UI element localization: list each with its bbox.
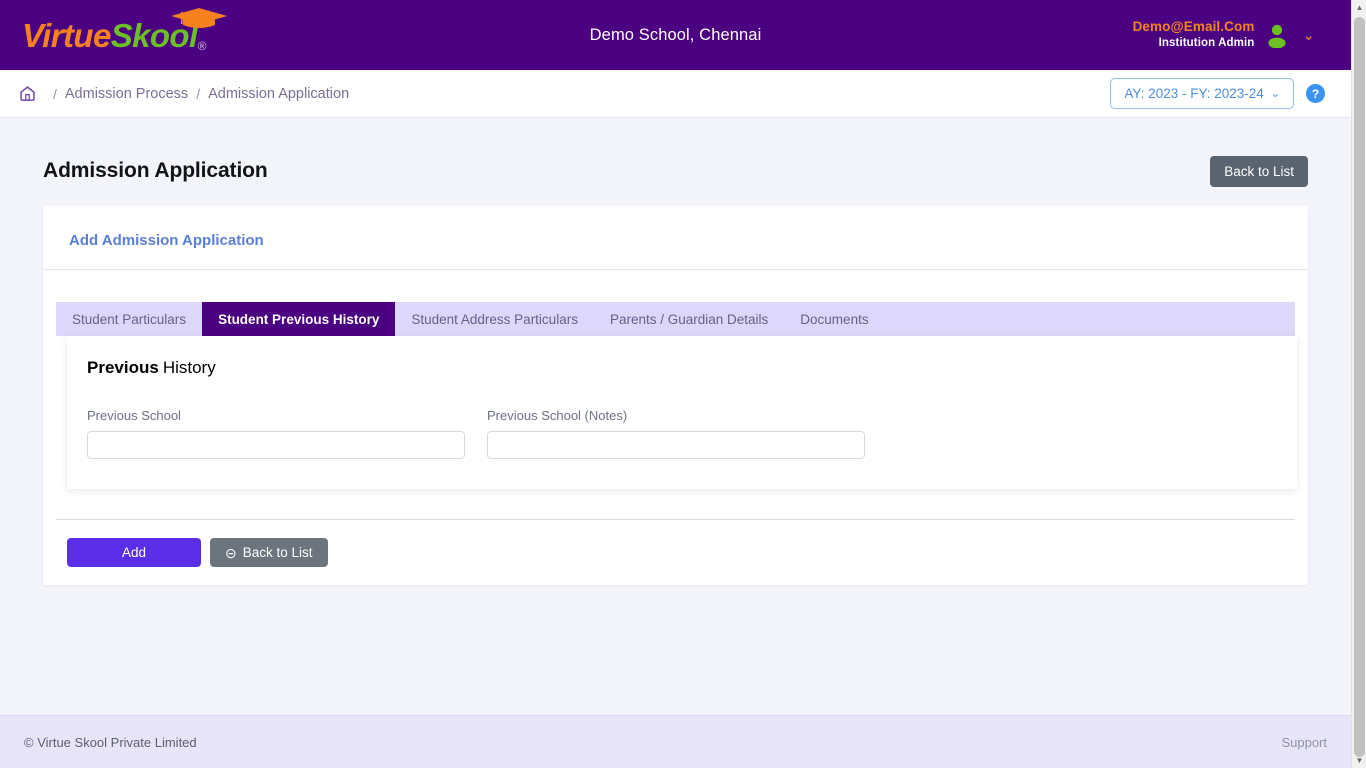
chevron-down-icon: ⌄	[1270, 88, 1280, 100]
breadcrumb-bar: / Admission Process / Admission Applicat…	[0, 70, 1351, 118]
previous-school-notes-input[interactable]	[487, 431, 865, 459]
field-row: Previous School Previous School (Notes)	[87, 408, 1277, 459]
section-title: Previous History	[87, 358, 1277, 378]
card-header: Add Admission Application	[43, 206, 1308, 270]
tab-student-previous-history[interactable]: Student Previous History	[202, 302, 396, 336]
form-actions: Add ⊝ Back to List	[43, 520, 1308, 567]
user-avatar-icon[interactable]	[1264, 22, 1290, 48]
section-title-rest: History	[162, 358, 216, 377]
field-previous-school-notes: Previous School (Notes)	[487, 408, 865, 459]
previous-school-input[interactable]	[87, 431, 465, 459]
add-button[interactable]: Add	[67, 538, 201, 567]
app-header: VirtueSkool® Demo School, Chennai Demo@E…	[0, 0, 1351, 70]
user-menu[interactable]: Demo@Email.Com Institution Admin ⌄	[1133, 19, 1315, 50]
admission-application-card: Add Admission Application Student Partic…	[43, 206, 1308, 585]
back-to-list-label: Back to List	[242, 545, 313, 560]
app-viewport: VirtueSkool® Demo School, Chennai Demo@E…	[0, 0, 1366, 768]
scroll-down-arrow-icon[interactable]: ▼	[1352, 753, 1366, 768]
tab-documents[interactable]: Documents	[784, 302, 884, 336]
breadcrumb-separator: /	[53, 85, 57, 102]
app-footer: © Virtue Skool Private Limited Support	[0, 715, 1351, 768]
scrollbar-thumb[interactable]	[1354, 17, 1365, 757]
breadcrumb-item-admission-application[interactable]: Admission Application	[208, 86, 349, 102]
tab-panel-previous-history: Previous History Previous School Previous…	[67, 336, 1297, 489]
user-info: Demo@Email.Com Institution Admin	[1133, 19, 1255, 50]
help-icon[interactable]: ?	[1306, 84, 1325, 103]
tab-student-particulars[interactable]: Student Particulars	[56, 302, 202, 336]
add-admission-application-link[interactable]: Add Admission Application	[69, 232, 1282, 249]
footer-support-link[interactable]: Support	[1281, 735, 1327, 750]
breadcrumb-actions: AY: 2023 - FY: 2023-24 ⌄ ?	[1110, 78, 1325, 109]
footer-copyright: © Virtue Skool Private Limited	[24, 734, 197, 750]
field-label-previous-school-notes: Previous School (Notes)	[487, 408, 628, 423]
field-previous-school: Previous School	[87, 408, 465, 459]
breadcrumb-item-admission-process[interactable]: Admission Process	[65, 86, 188, 102]
back-to-list-button-bottom[interactable]: ⊝ Back to List	[210, 538, 328, 567]
tab-bar: Student Particulars Student Previous His…	[56, 302, 1295, 336]
academic-year-select[interactable]: AY: 2023 - FY: 2023-24 ⌄	[1110, 78, 1294, 109]
card-spacer	[43, 270, 1308, 302]
chevron-down-icon[interactable]: ⌄	[1302, 28, 1315, 43]
circle-arrow-left-icon: ⊝	[225, 544, 237, 561]
home-icon[interactable]	[18, 84, 37, 103]
page-header: Admission Application Back to List	[30, 118, 1321, 196]
main-content: Admission Application Back to List Add A…	[0, 118, 1351, 715]
field-label-previous-school: Previous School	[87, 408, 181, 423]
tab-student-address-particulars[interactable]: Student Address Particulars	[395, 302, 594, 336]
user-role: Institution Admin	[1158, 37, 1255, 50]
academic-year-value: AY: 2023 - FY: 2023-24	[1124, 86, 1264, 101]
page-scrollbar[interactable]: ▲ ▼	[1351, 0, 1366, 768]
back-to-list-button-top[interactable]: Back to List	[1210, 155, 1308, 187]
section-title-bold: Previous	[87, 358, 159, 377]
page-title: Admission Application	[43, 159, 268, 182]
user-email: Demo@Email.Com	[1132, 19, 1255, 35]
page-scroll-container: VirtueSkool® Demo School, Chennai Demo@E…	[0, 0, 1351, 768]
breadcrumb-separator: /	[196, 85, 201, 102]
scroll-up-arrow-icon[interactable]: ▲	[1352, 0, 1366, 15]
tab-parents-guardian-details[interactable]: Parents / Guardian Details	[594, 302, 784, 336]
